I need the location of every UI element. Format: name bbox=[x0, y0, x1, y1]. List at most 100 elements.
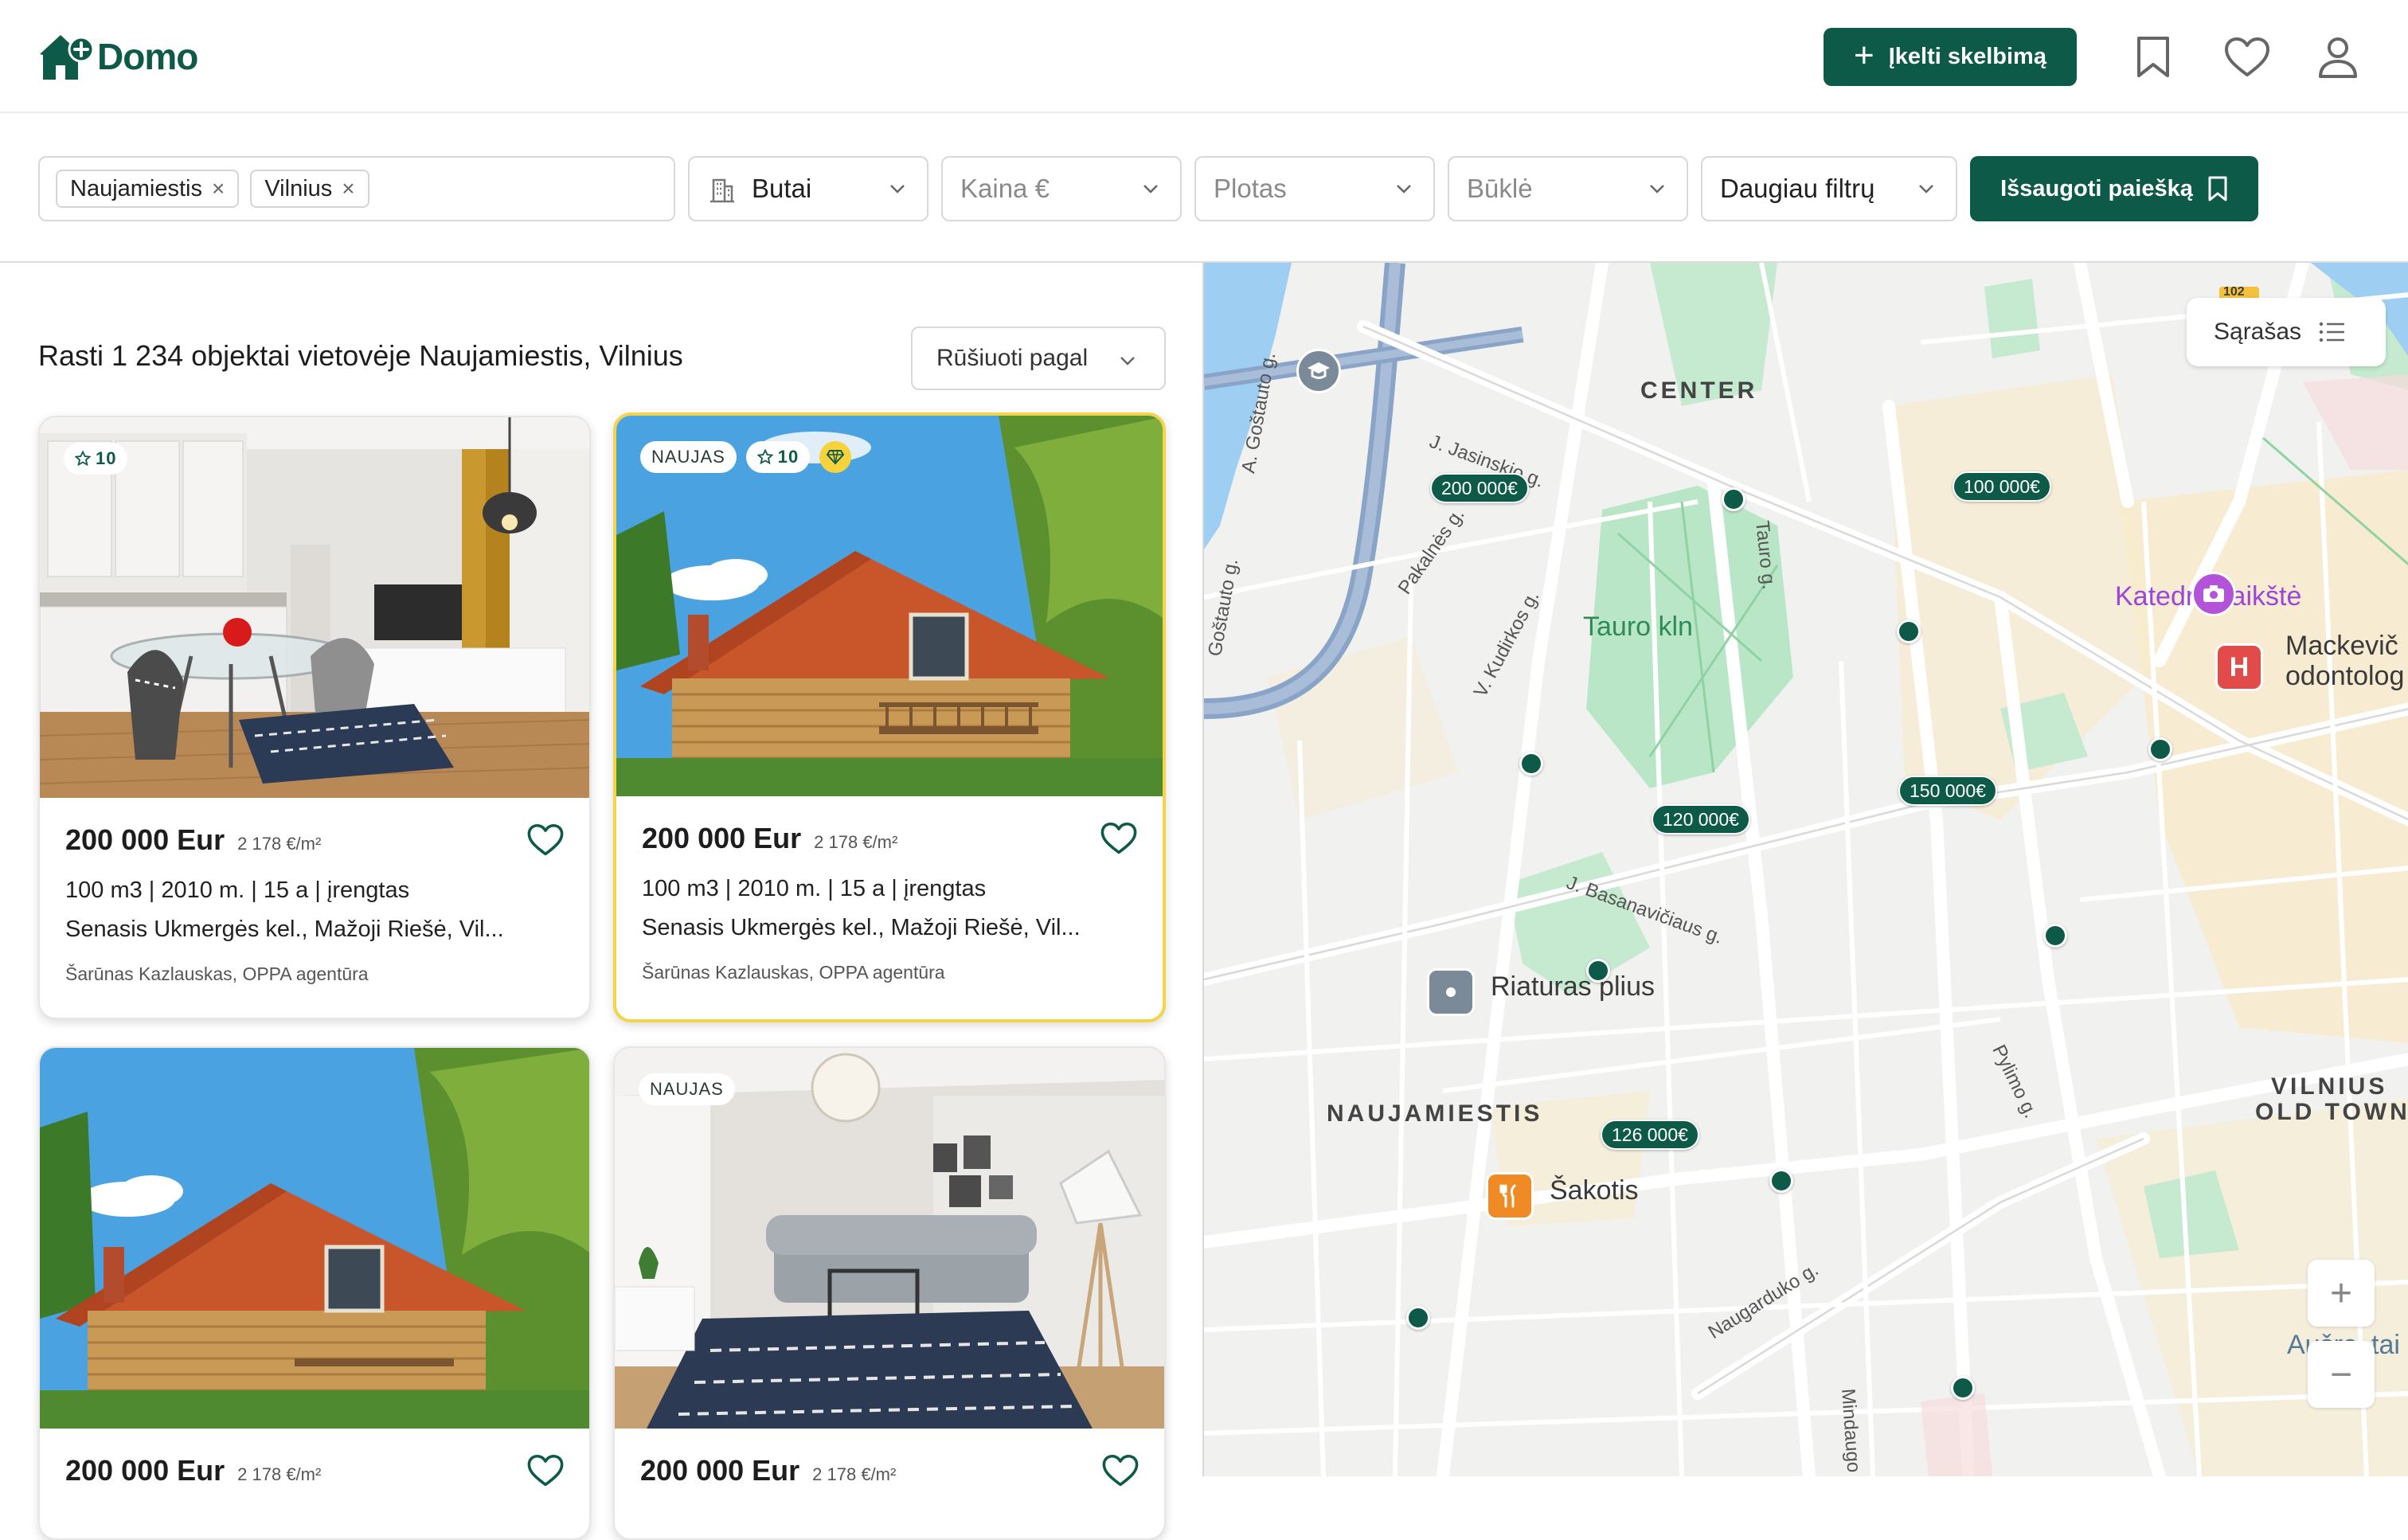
heart-icon[interactable] bbox=[2223, 33, 2271, 81]
district-label-vilnius: VILNIUS bbox=[2271, 1073, 2388, 1100]
listing-price: 200 000 Eur bbox=[640, 1454, 800, 1487]
map-pin[interactable] bbox=[2043, 924, 2067, 948]
listing-agent: Šarūnas Kazlauskas, OPPA agentūra bbox=[642, 962, 945, 983]
listing-card[interactable]: NAUJAS 200 000 Eur 2 178 €/m² bbox=[613, 1046, 1166, 1540]
more-filters-label: Daugiau filtrų bbox=[1720, 174, 1875, 203]
listing-badges: NAUJAS bbox=[639, 1073, 735, 1105]
listing-price: 200 000 Eur bbox=[65, 823, 225, 856]
listing-photo-house[interactable] bbox=[40, 1048, 589, 1429]
map-pin[interactable] bbox=[1722, 487, 1745, 511]
area-select[interactable]: Plotas bbox=[1194, 156, 1435, 221]
listing-card[interactable]: 200 000 Eur 2 178 €/m² bbox=[38, 1046, 591, 1540]
favorite-heart-icon[interactable] bbox=[1100, 822, 1137, 855]
listing-info: 200 000 Eur 2 178 €/m² 100 m3 | 2010 m. … bbox=[616, 796, 1163, 1007]
chevron-down-icon bbox=[1143, 185, 1158, 193]
rating-value: 10 bbox=[96, 448, 117, 468]
price-per-m2: 2 178 €/m² bbox=[814, 832, 898, 852]
user-icon[interactable] bbox=[2314, 33, 2362, 81]
save-search-label: Išsaugoti paiešką bbox=[2000, 175, 2193, 201]
favorite-heart-icon[interactable] bbox=[527, 1454, 564, 1487]
favorite-heart-icon[interactable] bbox=[1102, 1454, 1139, 1487]
listing-agent: Šarūnas Kazlauskas, OPPA agentūra bbox=[65, 963, 369, 984]
map-list-view-button[interactable]: Sąrašas bbox=[2187, 298, 2386, 366]
place-label-tai: tai bbox=[2371, 1330, 2400, 1360]
listing-info: 200 000 Eur 2 178 €/m² bbox=[615, 1429, 1164, 1511]
sort-button[interactable]: Rūšiuoti pagal bbox=[911, 326, 1166, 390]
top-header: Domo + Įkelti skelbimą bbox=[0, 0, 2408, 113]
map-base-layer bbox=[1204, 263, 2408, 1476]
chip-remove-icon[interactable]: × bbox=[342, 176, 354, 201]
chevron-down-icon bbox=[1397, 185, 1411, 193]
list-icon bbox=[2319, 322, 2345, 342]
listing-photo-house[interactable]: NAUJAS 10 bbox=[616, 416, 1163, 796]
place-label-tauro-kln: Tauro kln bbox=[1583, 612, 1693, 642]
listing-info: 200 000 Eur 2 178 €/m² bbox=[40, 1429, 589, 1511]
area-placeholder: Plotas bbox=[1214, 174, 1287, 203]
map-pin[interactable] bbox=[2148, 737, 2172, 761]
place-label-odontolog: odontolog bbox=[2285, 661, 2405, 691]
map-price-tag[interactable]: 200 000€ bbox=[1430, 473, 1529, 503]
results-title: Rasti 1 234 objektai vietovėje Naujamies… bbox=[38, 339, 683, 372]
camera-icon[interactable] bbox=[2191, 572, 2236, 616]
new-badge: NAUJAS bbox=[639, 1073, 735, 1105]
rating-badge: 10 bbox=[745, 441, 811, 473]
district-label-old-town: OLD TOWN bbox=[2255, 1099, 2408, 1125]
filter-bar: Naujamiestis × Vilnius × Butai Kaina € P… bbox=[0, 113, 2408, 263]
district-label-center: CENTER bbox=[1640, 377, 1758, 404]
building-icon bbox=[710, 178, 734, 203]
place-label-riaturas-plius: Riaturas plius bbox=[1491, 971, 1655, 1002]
listing-card[interactable]: 10 200 000 Eur 2 178 €/m² 100 m3 | 2010 … bbox=[38, 416, 591, 1019]
location-chip[interactable]: Naujamiestis × bbox=[56, 170, 240, 208]
map-pin[interactable] bbox=[1951, 1376, 1975, 1400]
map-pin[interactable] bbox=[1519, 752, 1543, 776]
property-type-select[interactable]: Butai bbox=[688, 156, 928, 221]
chip-label: Vilnius bbox=[264, 175, 333, 201]
house-logo-icon bbox=[40, 35, 95, 80]
post-listing-label: Įkelti skelbimą bbox=[1888, 44, 2046, 69]
new-badge: NAUJAS bbox=[640, 441, 737, 473]
rating-badge: 10 bbox=[64, 443, 128, 475]
listing-price: 200 000 Eur bbox=[642, 822, 802, 854]
place-label-mackevic: Mackevič bbox=[2285, 631, 2398, 661]
restaurant-icon[interactable] bbox=[1486, 1172, 1534, 1220]
sort-label: Rūšiuoti pagal bbox=[936, 345, 1089, 371]
price-placeholder: Kaina € bbox=[960, 174, 1050, 203]
price-per-m2: 2 178 €/m² bbox=[812, 1464, 897, 1484]
listing-address: Senasis Ukmergės kel., Mažoji Riešė, Vil… bbox=[65, 917, 504, 942]
condition-select[interactable]: Būklė bbox=[1448, 156, 1688, 221]
post-listing-button[interactable]: + Įkelti skelbimą bbox=[1824, 28, 2077, 86]
property-type-value: Butai bbox=[752, 174, 812, 203]
rating-value: 10 bbox=[777, 447, 799, 467]
chevron-down-icon bbox=[1650, 185, 1664, 193]
domo-logo[interactable]: Domo bbox=[37, 30, 198, 83]
listing-specs: 100 m3 | 2010 m. | 15 a | įrengtas bbox=[65, 877, 410, 903]
place-label-sakotis: Šakotis bbox=[1550, 1175, 1639, 1206]
save-search-button[interactable]: Išsaugoti paiešką bbox=[1970, 156, 2258, 221]
price-per-m2: 2 178 €/m² bbox=[237, 834, 322, 854]
map-pin[interactable] bbox=[1769, 1169, 1793, 1193]
bookmark-icon[interactable] bbox=[2129, 33, 2177, 81]
price-select[interactable]: Kaina € bbox=[941, 156, 1182, 221]
shop-icon[interactable] bbox=[1427, 968, 1475, 1016]
listing-card[interactable]: NAUJAS 10 200 000 Eur 2 178 €/m² 100 m3 … bbox=[613, 412, 1166, 1022]
zoom-in-button[interactable]: + bbox=[2308, 1260, 2375, 1327]
listing-photo-kitchen[interactable]: 10 bbox=[40, 417, 589, 798]
map-view[interactable]: CENTER NAUJAMIESTIS VILNIUS OLD TOWN Tau… bbox=[1202, 263, 2408, 1476]
favorite-heart-icon[interactable] bbox=[527, 823, 564, 857]
map-price-tag[interactable]: 126 000€ bbox=[1601, 1120, 1699, 1150]
location-chip[interactable]: Vilnius × bbox=[250, 170, 369, 208]
map-price-tag[interactable]: 150 000€ bbox=[1898, 776, 1997, 806]
chip-remove-icon[interactable]: × bbox=[212, 176, 225, 201]
map-pin[interactable] bbox=[1406, 1306, 1430, 1330]
education-icon[interactable] bbox=[1296, 349, 1341, 393]
map-pin[interactable] bbox=[1586, 959, 1610, 983]
map-pin[interactable] bbox=[1897, 620, 1921, 643]
listing-info: 200 000 Eur 2 178 €/m² 100 m3 | 2010 m. … bbox=[40, 798, 589, 1009]
more-filters-select[interactable]: Daugiau filtrų bbox=[1701, 156, 1957, 221]
listing-photo-living-room[interactable]: NAUJAS bbox=[615, 1048, 1164, 1429]
location-search-input[interactable]: Naujamiestis × Vilnius × bbox=[38, 156, 675, 221]
map-price-tag[interactable]: 120 000€ bbox=[1652, 804, 1750, 834]
map-price-tag[interactable]: 100 000€ bbox=[1953, 471, 2051, 502]
hospital-icon[interactable]: H bbox=[2215, 643, 2263, 691]
zoom-out-button[interactable]: − bbox=[2308, 1341, 2375, 1408]
